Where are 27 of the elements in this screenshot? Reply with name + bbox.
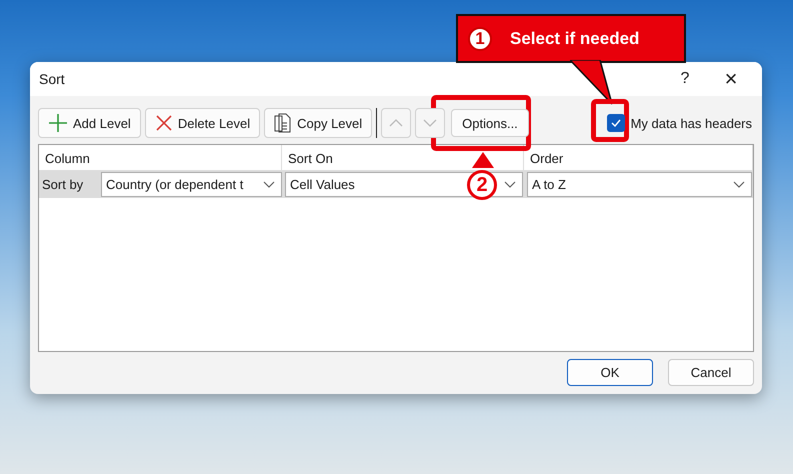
down-chevron-icon (423, 119, 438, 127)
copy-level-button[interactable]: Copy Level (264, 108, 372, 138)
checkmark-icon (610, 119, 621, 127)
copy-icon (274, 113, 292, 133)
checkbox-label: My data has headers (630, 116, 752, 130)
up-chevron-icon (389, 119, 404, 127)
row-label: Sort by (42, 177, 84, 192)
callout-pointer (471, 151, 495, 169)
plus-icon (48, 113, 68, 133)
column-dropdown[interactable]: Country (or dependent t (101, 172, 282, 197)
caret-icon (504, 180, 516, 188)
ok-button[interactable]: OK (567, 359, 653, 386)
delete-level-button[interactable]: Delete Level (144, 108, 260, 138)
headers-checkbox[interactable] (606, 114, 625, 132)
caret-icon (733, 180, 745, 188)
callout-text: Select if needed (510, 28, 640, 48)
help-button[interactable]: ? (662, 62, 708, 96)
close-button[interactable]: × (708, 62, 754, 96)
caret-icon (263, 180, 275, 188)
add-level-button[interactable]: Add Level (38, 108, 141, 138)
options-level-button[interactable]: Options... (451, 109, 529, 137)
highlight-frame (591, 99, 629, 142)
order-dropdown[interactable]: A to Z (527, 172, 752, 197)
x-icon (154, 114, 173, 132)
cancel-button[interactable]: Cancel (668, 359, 754, 386)
step-number-badge: 1 (468, 26, 492, 50)
window-title: Sort (39, 71, 65, 87)
